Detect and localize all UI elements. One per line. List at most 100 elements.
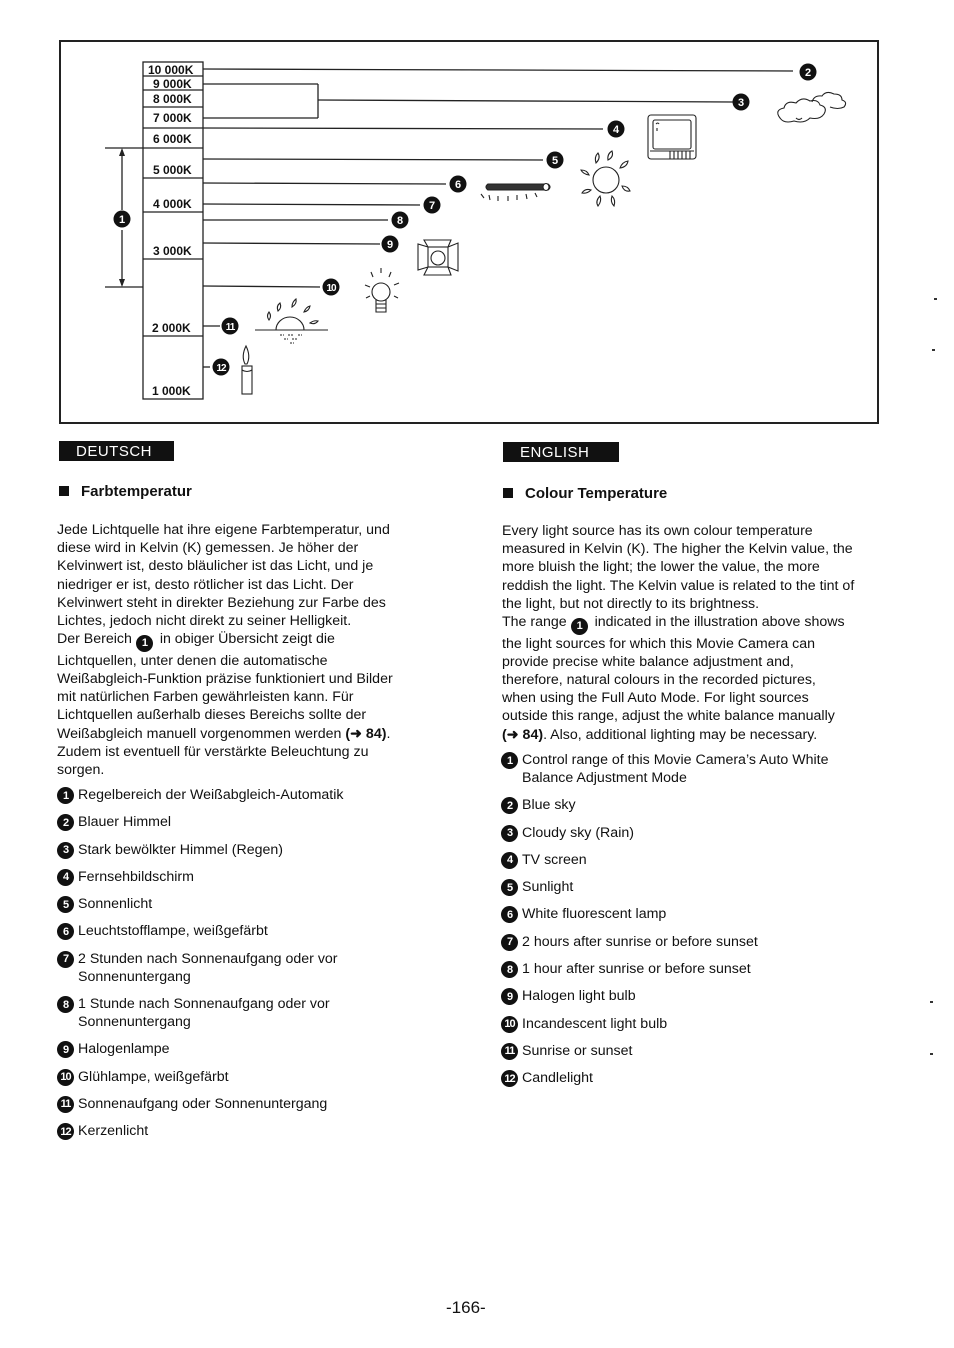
page-number: -166- [446, 1298, 486, 1317]
callout-6: 6 [449, 175, 467, 193]
legend-item: 5 Sonnenlicht [57, 895, 437, 914]
callout-badge: 3 [57, 841, 74, 859]
language-tab-label: ENGLISH [520, 444, 590, 461]
kelvin-label: 6 000K [153, 132, 192, 146]
legend-item: 6 Leuchtstofflampe, weißgefärbt [57, 922, 437, 941]
legend-item: 12 Candlelight [501, 1069, 881, 1088]
legend-text: 2 hours after sunrise or before sunset [522, 933, 758, 950]
legend-text: Cloudy sky (Rain) [522, 824, 634, 841]
kelvin-label: 10 000K [148, 63, 194, 77]
legend-text: Incandescent light bulb [522, 1015, 668, 1032]
legend-text: Candlelight [522, 1070, 593, 1087]
callout-badge: 7 [57, 950, 74, 968]
callout-badge-1: 1 [570, 617, 588, 635]
legend-item: 81 hour after sunrise or before sunset [501, 960, 881, 979]
paragraph-line: Kelvinwert ist, desto bläulicher ist das… [57, 558, 374, 575]
colour-temperature-diagram: 10 000K 9 000K 8 000K 7 000K 6 000K 5 00… [105, 61, 847, 400]
svg-text:7: 7 [429, 200, 435, 212]
callout-3: 3 [732, 93, 750, 111]
paragraph-line: niedriger er ist, desto rötlicher ist da… [57, 576, 354, 593]
paragraph-line: outside this range, adjust the white bal… [502, 708, 835, 725]
paragraph-line: when using the Full Auto Mode. For light… [502, 690, 809, 707]
bullet-square-icon [59, 486, 69, 496]
paragraph-line: Weißabgleich manuell vorgenommen werden … [57, 725, 427, 743]
legend-text: 1 Stunde nach Sonnenaufgang oder vor Son… [78, 996, 330, 1031]
legend-text: Halogen light bulb [522, 988, 636, 1005]
paragraph-line: reddish the light. The Kelvin value is r… [502, 577, 855, 594]
tv-screen-icon [647, 114, 697, 160]
svg-text:6: 6 [455, 179, 461, 191]
paragraph-line: The range 1 indicated in the illustratio… [502, 613, 892, 635]
leader-line-3 [317, 99, 734, 103]
candle-icon [241, 344, 253, 395]
callout-badge: 5 [57, 896, 74, 914]
legend-text: Blue sky [522, 797, 576, 814]
paragraph-line: Every light source has its own colour te… [502, 523, 813, 539]
paragraph-line: therefore, natural colours in the record… [502, 672, 816, 689]
section-heading-english: Colour Temperature [503, 485, 667, 502]
paragraph-line: Lichtes, jedoch nicht direkt zu seiner H… [57, 613, 352, 630]
legend-text: Sunrise or sunset [522, 1042, 633, 1059]
callout-badge-1: 1 [135, 634, 153, 652]
paragraph-text: indicated in the illustration above show… [590, 614, 845, 631]
callout-badge: 9 [57, 1041, 74, 1059]
heading-text: Farbtemperatur [81, 483, 192, 500]
light-bulb-icon [364, 268, 400, 313]
legend-text: Control range of this Movie Camera’s Aut… [522, 752, 829, 786]
callout-badge: 11 [501, 1042, 518, 1060]
svg-text:2: 2 [805, 67, 811, 79]
callout-10: 10 [322, 278, 340, 296]
callout-2: 2 [799, 63, 817, 81]
paragraph-line: Weißabgleich-Funktion präzise funktionie… [57, 671, 393, 688]
paragraph-line: (➜ 84). Also, additional lighting may be… [502, 726, 892, 744]
legend-item: 9 Halogen light bulb [501, 987, 881, 1006]
paragraph-line: Der Bereich 1 in obiger Übersicht zeigt … [57, 630, 427, 652]
paragraph-text: . [386, 725, 391, 742]
kelvin-label: 4 000K [153, 197, 192, 211]
leader-line-4 [202, 127, 604, 130]
callout-badge: 10 [57, 1068, 74, 1086]
page-reference-link[interactable]: (➜ 84) [502, 727, 543, 743]
intro-paragraph-deutsch: Jede Lichtquelle hat ihre eigene Farbtem… [57, 521, 427, 779]
callout-4: 4 [607, 120, 625, 138]
legend-item: 9 Halogenlampe [57, 1040, 437, 1059]
paragraph-line: the light sources for which this Movie C… [502, 635, 816, 652]
leader-line-6 [202, 182, 447, 185]
legend-item: 11 Sunrise or sunset [501, 1042, 881, 1060]
paragraph-line: the light, but not directly to its brigh… [502, 595, 760, 612]
legend-text: Sonnenlicht [78, 896, 153, 913]
callout-1: 1 [113, 210, 131, 228]
page-reference-link[interactable]: (➜ 84) [345, 726, 386, 742]
sun-icon [580, 150, 631, 208]
callout-badge: 2 [501, 797, 518, 815]
legend-text: Blauer Himmel [78, 814, 172, 831]
kelvin-label: 3 000K [153, 244, 192, 258]
legend-text: Sunlight [522, 879, 574, 896]
paragraph-text: Der Bereich [57, 631, 132, 648]
paragraph-line: provide precise white balance adjustment… [502, 653, 794, 670]
svg-text:5: 5 [552, 155, 558, 167]
fluorescent-lamp-icon [480, 182, 551, 201]
paragraph-line: measured in Kelvin (K). The higher the K… [502, 541, 853, 558]
callout-badge: 6 [57, 923, 74, 941]
language-tab-deutsch: DEUTSCH [59, 441, 174, 461]
legend-text: 1 hour after sunrise or before sunset [522, 961, 751, 978]
paragraph-line: Jede Lichtquelle hat ihre eigene Farbtem… [57, 522, 390, 538]
legend-item: 11 Sonnenaufgang oder Sonnenuntergang [57, 1095, 437, 1113]
legend-item: 4 Fernsehbildschirm [57, 868, 437, 886]
legend-item: 81 Stunde nach Sonnenaufgang oder vor So… [57, 995, 378, 1031]
leader-line-10 [202, 285, 321, 288]
svg-text:1: 1 [119, 214, 125, 226]
callout-11: 11 [221, 317, 239, 335]
legend-item: 3 Cloudy sky (Rain) [501, 824, 881, 842]
legend-item: 2 Blue sky [501, 796, 881, 815]
legend-item: 3 Stark bewölkter Himmel (Regen) [57, 841, 437, 859]
legend-item: 6 White fluorescent lamp [501, 905, 881, 924]
callout-5: 5 [546, 151, 564, 169]
callout-badge: 5 [501, 879, 518, 897]
callout-badge: 1 [57, 787, 74, 804]
language-tab-english: ENGLISH [503, 442, 619, 462]
legend-item: 12 Kerzenlicht [57, 1122, 437, 1141]
legend-list-deutsch: 1 Regelbereich der Weißabgleich-Automatik… [57, 786, 437, 1150]
svg-text:12: 12 [216, 363, 227, 374]
